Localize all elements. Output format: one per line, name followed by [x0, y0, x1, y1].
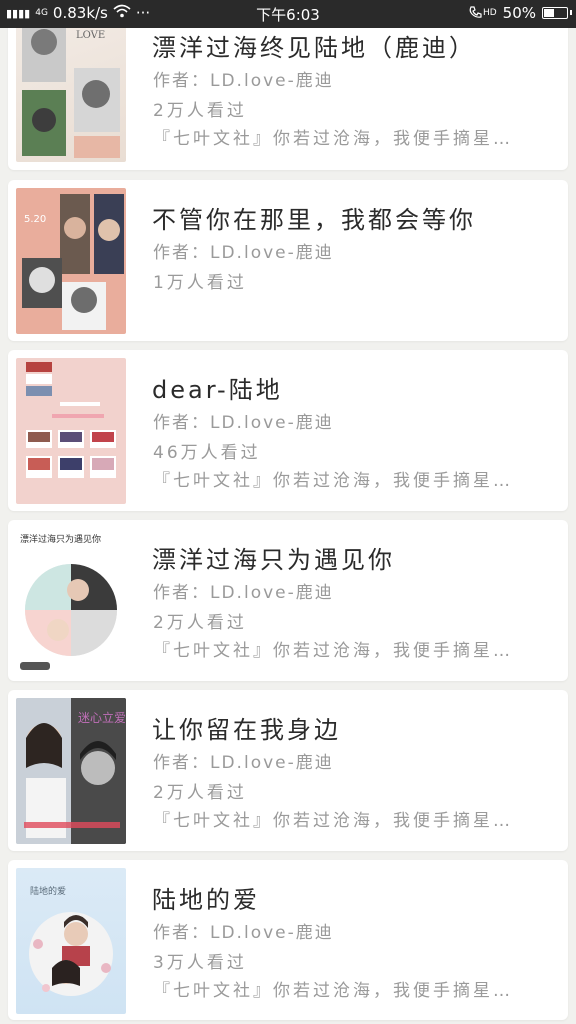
book-author: 作者：LD.love-鹿迪 — [153, 243, 334, 263]
cover-art: 5.20 — [22, 194, 124, 330]
book-card[interactable]: 迷心立爱 让你留在我身边 作者：LD.love-鹿迪 2万人看过 『七叶文社』你… — [8, 690, 568, 851]
book-readers: 2万人看过 — [153, 613, 247, 633]
book-readers: 3万人看过 — [153, 953, 247, 973]
book-title[interactable]: 让你留在我身边 — [152, 710, 341, 745]
cover-art: 迷心立爱 — [16, 698, 126, 844]
book-card[interactable]: dear-陆地 作者：LD.love-鹿迪 46万人看过 『七叶文社』你若过沧海… — [8, 350, 568, 511]
book-title[interactable]: 漂洋过海只为遇见你 — [152, 540, 395, 575]
book-cover: 陆地的爱 — [16, 868, 126, 1014]
hd-label: HD — [482, 8, 497, 18]
cover-text: LOVE — [76, 30, 105, 41]
book-description: 『七叶文社』你若过沧海，我便手摘星… — [153, 641, 513, 661]
book-author: 作者：LD.love-鹿迪 — [153, 71, 334, 91]
book-author: 作者：LD.love-鹿迪 — [153, 583, 334, 603]
book-description: 『七叶文社』你若过沧海，我便手摘星… — [153, 471, 513, 491]
book-author: 作者：LD.love-鹿迪 — [153, 413, 334, 433]
cover-text: 迷心立爱 — [78, 710, 126, 725]
battery-level — [544, 9, 554, 17]
book-readers: 2万人看过 — [153, 101, 247, 121]
book-title[interactable]: dear-陆地 — [152, 370, 283, 405]
status-right: HD 50% — [468, 4, 572, 22]
cover-text: 漂洋过海只为遇见你 — [20, 533, 101, 545]
book-title[interactable]: 陆地的爱 — [152, 880, 260, 915]
book-description: 『七叶文社』你若过沧海，我便手摘星… — [153, 811, 513, 831]
cover-text: 5.20 — [24, 214, 46, 225]
book-description: 『七叶文社』你若过沧海，我便手摘星… — [153, 981, 513, 1001]
cover-art: 漂洋过海只为遇见你 — [20, 533, 117, 670]
book-author: 作者：LD.love-鹿迪 — [153, 923, 334, 943]
book-readers: 2万人看过 — [153, 783, 247, 803]
cover-art: 陆地的爱 — [29, 885, 113, 996]
book-title[interactable]: 不管你在那里，我都会等你 — [152, 200, 476, 235]
battery-percent: 50% — [502, 4, 536, 22]
book-cover: 迷心立爱 — [16, 698, 126, 844]
cover-art: LOVE — [22, 16, 120, 158]
battery-icon — [542, 7, 572, 19]
cover-text: 陆地的爱 — [30, 885, 66, 897]
book-readers: 46万人看过 — [153, 443, 261, 463]
book-cover: LOVE — [16, 8, 126, 162]
book-cover — [16, 358, 126, 504]
book-card[interactable]: 陆地的爱 陆地的爱 作者：LD.love-鹿迪 3万人看过 『七叶文社』你若过沧… — [8, 860, 568, 1020]
book-cover: 5.20 — [16, 188, 126, 334]
book-description: 『七叶文社』你若过沧海，我便手摘星… — [153, 129, 513, 149]
cover-art — [26, 362, 116, 478]
phone-hd-icon: HD — [468, 6, 497, 20]
book-cover: 漂洋过海只为遇见你 — [16, 528, 126, 674]
book-readers: 1万人看过 — [153, 273, 247, 293]
status-bar: ▮▮▮▮ 4G 0.83k/s ··· 下午6:03 HD 50% — [0, 0, 576, 28]
book-title[interactable]: 漂洋过海终见陆地（鹿迪） — [152, 28, 476, 63]
book-author: 作者：LD.love-鹿迪 — [153, 753, 334, 773]
book-card[interactable]: 5.20 不管你在那里，我都会等你 作者：LD.love-鹿迪 1万人看过 — [8, 180, 568, 341]
book-card[interactable]: 漂洋过海只为遇见你 漂洋过海只为遇见你 作者：LD.love-鹿迪 2万人看过 … — [8, 520, 568, 681]
